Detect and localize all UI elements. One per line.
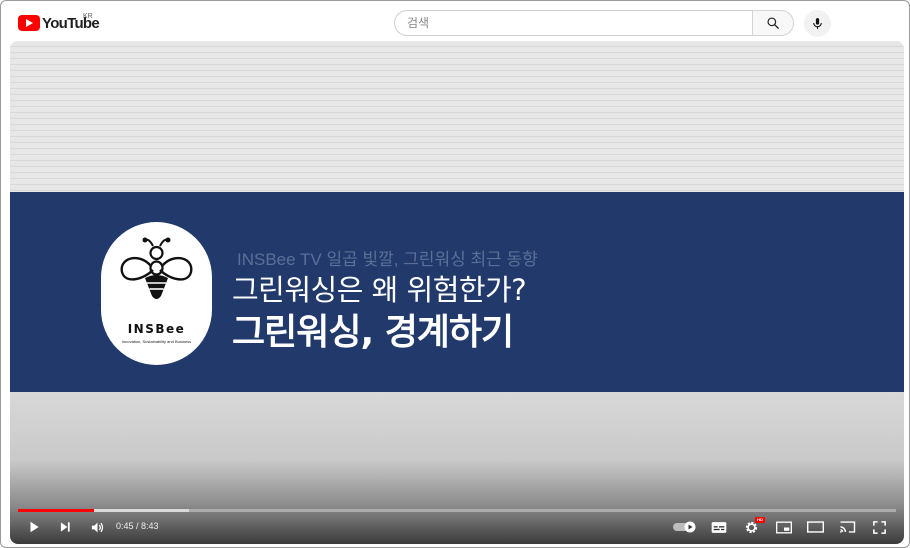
video-player[interactable]: INSBee Innovation, Sustainability and Bu…: [10, 41, 904, 544]
video-background-top: [10, 41, 904, 192]
region-code: KR: [83, 13, 93, 20]
microphone-icon: [813, 18, 822, 29]
bee-icon: [120, 237, 193, 299]
cast-button[interactable]: [837, 517, 857, 537]
progress-played: [18, 509, 94, 512]
next-button[interactable]: [55, 517, 75, 537]
insbee-logo-badge: INSBee Innovation, Sustainability and Bu…: [101, 222, 212, 365]
cast-icon: [839, 521, 855, 533]
play-button[interactable]: [24, 517, 44, 537]
fullscreen-icon: [872, 520, 886, 534]
play-icon: [30, 521, 39, 533]
play-logo-icon: [18, 15, 40, 31]
time-display: 0:45 / 8:43: [116, 521, 159, 531]
search-input[interactable]: [394, 10, 752, 36]
autoplay-toggle[interactable]: [672, 517, 698, 537]
volume-icon: [91, 522, 103, 532]
miniplayer-icon: [776, 521, 792, 533]
subtitles-button[interactable]: [709, 517, 729, 537]
hd-badge: HD: [755, 517, 765, 523]
progress-bar[interactable]: [18, 509, 896, 512]
fullscreen-button[interactable]: [869, 517, 889, 537]
autoplay-toggle-icon: [673, 521, 696, 533]
miniplayer-button[interactable]: [774, 517, 794, 537]
volume-button[interactable]: [87, 517, 107, 537]
theater-icon: [806, 521, 824, 533]
skip-next-icon: [60, 522, 70, 532]
badge-name: INSBee: [127, 322, 186, 336]
search-icon: [767, 17, 779, 29]
theater-mode-button[interactable]: [805, 517, 825, 537]
voice-search-button[interactable]: [804, 10, 831, 37]
video-title-line2: 그린워싱, 경계하기: [232, 312, 514, 353]
badge-tagline: Innovation, Sustainability and Business: [121, 339, 192, 344]
search-button[interactable]: [752, 10, 794, 36]
browser-frame: YouTube KR 검색 INSBee Innovation, Sustain…: [0, 0, 910, 548]
search-bar: [394, 10, 794, 36]
captions-icon: [711, 521, 727, 533]
